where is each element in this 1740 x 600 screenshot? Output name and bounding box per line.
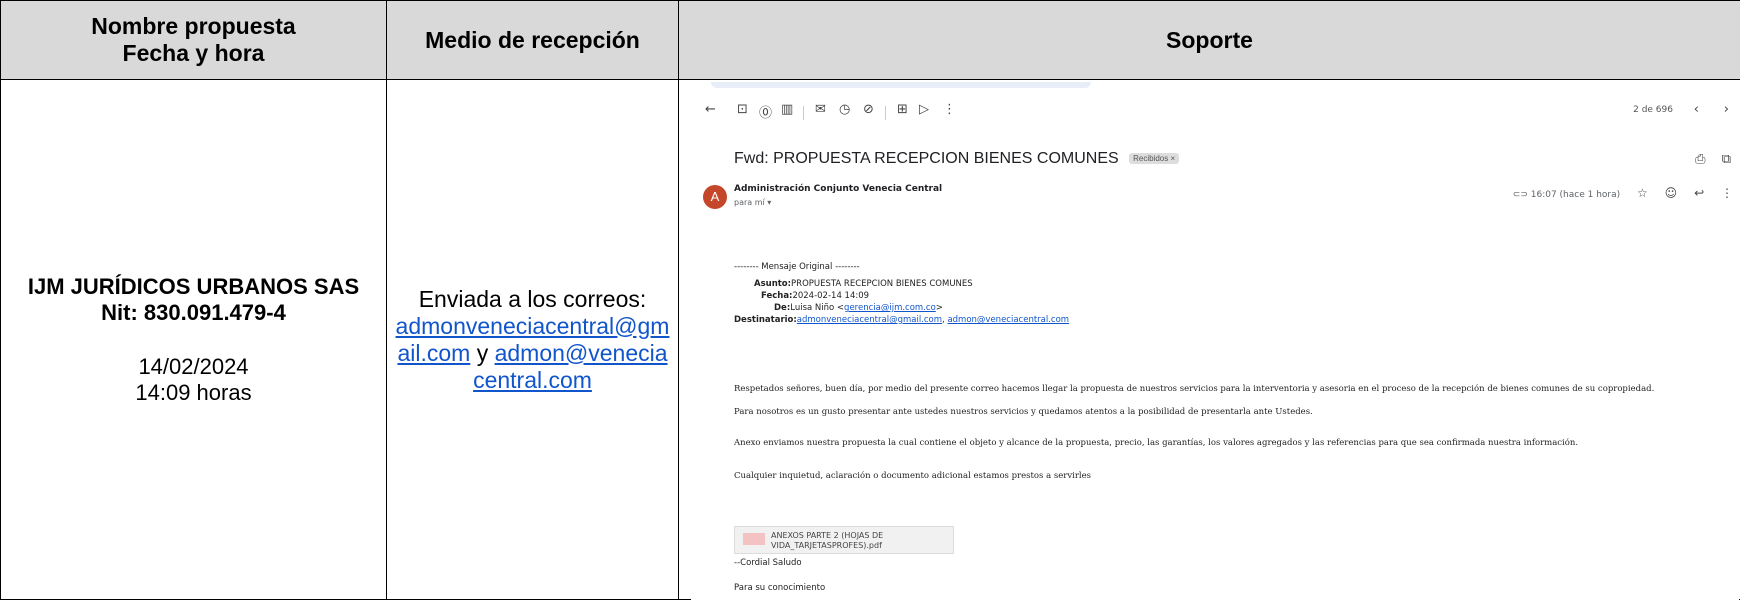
de-close: > — [935, 303, 943, 313]
medio-intro: Enviada a los correos: — [418, 285, 647, 312]
email-meta: ⊂⊃ 16:07 (hace 1 hora) ☆ ☺ ↩ ⋮ — [1513, 186, 1733, 200]
mark-unread-icon[interactable]: ✉ — [815, 102, 826, 117]
email-time: 16:07 (hace 1 hora) — [1530, 190, 1621, 200]
fecha-value: 2024-02-14 14:09 — [792, 291, 870, 301]
reply-icon[interactable]: ↩ — [1694, 186, 1704, 200]
print-icon[interactable]: ⎙ — [1695, 152, 1705, 167]
more-vert-icon[interactable]: ⋮ — [943, 102, 956, 117]
toolbar-divider — [885, 106, 886, 120]
asunto-label: Asunto: — [754, 279, 792, 289]
proposal-date: 14/02/2024 — [138, 353, 249, 379]
dest-email-link-1[interactable]: admonveneciacentral@gmail.com — [797, 315, 942, 325]
avatar: A — [703, 185, 727, 209]
de-email-link[interactable]: gerencia@ijm.com.co — [844, 303, 936, 313]
header-nombre: Nombre propuesta Fecha y hora — [0, 0, 387, 80]
archive-icon[interactable]: ⊡ — [737, 102, 748, 117]
attachment-clip-icon: ⊂⊃ — [1512, 190, 1528, 200]
table-row: IJM JURÍDICOS URBANOS SAS Nit: 830.091.4… — [0, 79, 1740, 600]
asunto-value: PROPUESTA RECEPCION BIENES COMUNES — [791, 279, 973, 289]
email-toolbar: ← ⊡ ⓪ ▥ ✉ ◷ ⊘ ⊞ ▷ ⋮ 2 de 696 ‹ › — [691, 102, 1739, 124]
header-nombre-line2: Fecha y hora — [122, 40, 265, 66]
asunto-line: Asunto:PROPUESTA RECEPCION BIENES COMUNE… — [754, 279, 973, 289]
more-vert-icon[interactable]: ⋮ — [1721, 186, 1733, 200]
original-header: -------- Mensaje Original -------- — [734, 262, 860, 272]
attachment-name: ANEXOS PARTE 2 (HOJAS DE VIDA_TARJETASPR… — [771, 531, 884, 550]
fecha-line: Fecha:2024-02-14 14:09 — [761, 291, 869, 301]
medio-cell: Enviada a los correos: admonveneciacentr… — [386, 79, 679, 600]
soporte-cell: ← ⊡ ⓪ ▥ ✉ ◷ ⊘ ⊞ ▷ ⋮ 2 de 696 ‹ › Fwd: PR… — [678, 79, 1740, 600]
dest-email-link-2[interactable]: admon@veneciacentral.com — [947, 315, 1069, 325]
paragraph-2: Para nosotros es un gusto presentar ante… — [734, 407, 1313, 417]
snooze-icon[interactable]: ◷ — [839, 102, 850, 117]
email-subject: Fwd: PROPUESTA RECEPCION BIENES COMUNES … — [734, 150, 1180, 168]
paragraph-1: Respetados señores, buen día, por medio … — [734, 384, 1655, 394]
closing-text: --Cordial Saludo — [734, 558, 802, 568]
chevron-right-icon[interactable]: › — [1724, 102, 1729, 117]
emoji-icon[interactable]: ☺ — [1665, 186, 1678, 200]
dest-label: Destinatario: — [734, 315, 797, 325]
pdf-thumbnail-icon — [743, 533, 765, 545]
header-nombre-line1: Nombre propuesta — [91, 13, 296, 39]
star-icon[interactable]: ☆ — [1637, 186, 1648, 200]
header-medio: Medio de recepción — [386, 0, 679, 80]
chevron-left-icon[interactable]: ‹ — [1694, 102, 1699, 117]
sender-name: Administración Conjunto Venecia Central — [734, 184, 943, 194]
report-spam-icon[interactable]: ⓪ — [759, 102, 772, 121]
open-new-window-icon[interactable]: ⧉ — [1722, 152, 1731, 167]
proposal-time: 14:09 horas — [135, 379, 252, 405]
subject-text: Fwd: PROPUESTA RECEPCION BIENES COMUNES — [734, 150, 1119, 167]
paragraph-3: Anexo enviamos nuestra propuesta la cual… — [734, 438, 1579, 448]
search-bar-edge — [711, 82, 1091, 88]
toolbar-divider — [803, 106, 804, 120]
company-cell: IJM JURÍDICOS URBANOS SAS Nit: 830.091.4… — [0, 79, 387, 600]
message-counter: 2 de 696 — [1633, 105, 1673, 115]
fecha-label: Fecha: — [761, 291, 793, 301]
company-name: IJM JURÍDICOS URBANOS SAS — [27, 273, 360, 299]
attachment-card[interactable]: ANEXOS PARTE 2 (HOJAS DE VIDA_TARJETASPR… — [734, 526, 954, 554]
delete-icon[interactable]: ▥ — [781, 102, 793, 117]
recipient-to-me[interactable]: para mí ▾ — [734, 198, 771, 207]
header-soporte: Soporte — [678, 0, 1740, 80]
de-value: Luisa Niño < — [790, 303, 845, 313]
add-task-icon[interactable]: ⊘ — [863, 102, 874, 117]
destinatario-line: Destinatario:admonveneciacentral@gmail.c… — [734, 315, 1069, 325]
header-row: Nombre propuesta Fecha y hora Medio de r… — [0, 0, 1740, 80]
label-icon[interactable]: ▷ — [919, 102, 929, 117]
print-actions: ⎙ ⧉ — [1695, 152, 1731, 167]
de-line: De:Luisa Niño <gerencia@ijm.com.co> — [774, 303, 943, 313]
back-arrow-icon[interactable]: ← — [705, 102, 716, 117]
inbox-label-chip[interactable]: Recibidos × — [1129, 153, 1180, 165]
move-to-icon[interactable]: ⊞ — [897, 102, 908, 117]
and-word: y — [476, 339, 489, 366]
email-screenshot: ← ⊡ ⓪ ▥ ✉ ◷ ⊘ ⊞ ▷ ⋮ 2 de 696 ‹ › Fwd: PR… — [691, 80, 1739, 600]
footer-text: Para su conocimiento — [734, 583, 826, 593]
proposal-table: Nombre propuesta Fecha y hora Medio de r… — [0, 0, 1740, 600]
paragraph-4: Cualquier inquietud, aclaración o docume… — [734, 471, 1092, 481]
email-link-venecia[interactable]: admon@veneciacentral.com — [473, 340, 667, 393]
company-nit: Nit: 830.091.479-4 — [101, 299, 286, 325]
de-label: De: — [774, 303, 791, 313]
